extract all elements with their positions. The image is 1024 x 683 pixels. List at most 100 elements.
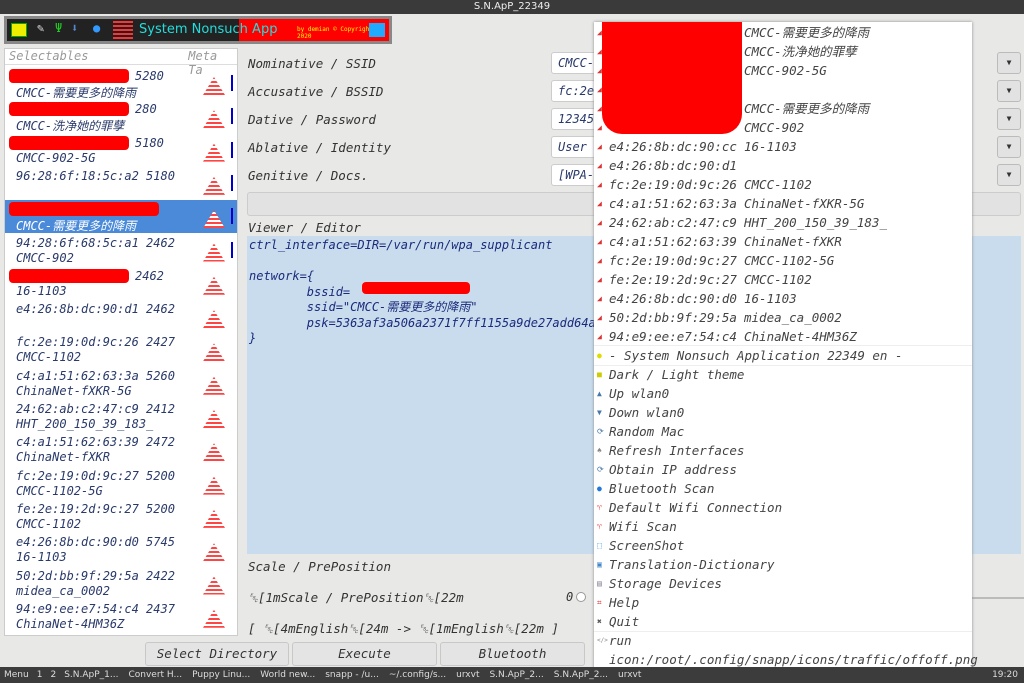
list-item[interactable]: 96:28:6f:18:5c:a2 5180 [5, 167, 237, 200]
menu-item-run[interactable]: </> run [594, 631, 972, 650]
signal-strength-icon [203, 376, 225, 395]
list-item[interactable]: 5180 CMCC-902-5G [5, 134, 237, 167]
menu-item-wifi-scan[interactable]: ♈ Wifi Scan [594, 517, 972, 536]
info-icon: ● [597, 351, 602, 360]
chevron-down-icon[interactable]: ▼ [997, 52, 1021, 74]
bluetooth-icon[interactable]: ● [93, 21, 100, 35]
menu-item-default-wifi-connection[interactable]: ♈ Default Wifi Connection [594, 498, 972, 517]
workspace-1[interactable]: 1 [37, 670, 43, 680]
list-item[interactable]: c4:a1:51:62:63:3a 5260 ChinaNet-fXKR-5G [5, 367, 237, 400]
menu-item-down-wlan0[interactable]: ▼ Down wlan0 [594, 403, 972, 422]
scale-slider[interactable] [576, 592, 586, 602]
network-menu-item[interactable]: ◢ c4:a1:51:62:63:39 ChinaNet-fXKR [594, 232, 972, 251]
menu-item-refresh-interfaces[interactable]: ♠ Refresh Interfaces [594, 441, 972, 460]
taskbar-task[interactable]: S.N.ApP_1... [64, 670, 118, 680]
network-menu-item[interactable]: ◢ e4:26:8b:dc:90:d1 [594, 156, 972, 175]
column-header-selectables[interactable]: Selectables [5, 49, 184, 64]
security-indicator [231, 141, 233, 158]
item-bssid-freq: fe:2e:19:2d:9c:27 5200 [16, 501, 175, 516]
network-icon[interactable]: ✎ [37, 21, 44, 35]
network-menu-item[interactable]: ◢ e4:26:8b:dc:90:d0 16-1103 [594, 289, 972, 308]
list-item[interactable]: 50:2d:bb:9f:29:5a 2422 midea_ca_0002 [5, 567, 237, 600]
field-label: Genitive / Docs. [248, 168, 369, 183]
chevron-down-icon[interactable]: ▼ [997, 136, 1021, 158]
list-item[interactable]: fe:2e:19:2d:9c:27 5200 CMCC-1102 [5, 500, 237, 533]
list-item[interactable]: fc:2e:19:0d:9c:26 2427 CMCC-1102 [5, 333, 237, 366]
security-indicator [231, 108, 233, 125]
network-menu-item[interactable]: ◢ 94:e9:ee:e7:54:c4 ChinaNet-4HM36Z [594, 327, 972, 346]
list-item[interactable]: fc:2e:19:0d:9c:27 5200 CMCC-1102-5G [5, 467, 237, 500]
down-arrow-icon: ▼ [597, 408, 602, 417]
list-item[interactable]: 94:28:6f:68:5c:a1 2462 CMCC-902 [5, 234, 237, 267]
item-bssid-freq: 280 [135, 102, 157, 117]
slider-value: 0 [566, 590, 574, 604]
signal-icon: ◢ [597, 256, 602, 265]
network-menu-item[interactable]: ◢ fc:2e:19:0d:9c:27 CMCC-1102-5G [594, 251, 972, 270]
list-item[interactable]: 24:62:ab:c2:47:c9 2412 HHT_200_150_39_183… [5, 400, 237, 433]
network-menu-item[interactable]: ◢ 24:62:ab:c2:47:c9 HHT_200_150_39_183_ [594, 213, 972, 232]
list-item[interactable]: e4:26:8b:dc:90:d1 2462 [5, 300, 237, 333]
network-ssid: CMCC-902-5G [744, 63, 827, 78]
network-menu-item[interactable]: ◢ fc:2e:19:0d:9c:26 CMCC-1102 [594, 175, 972, 194]
context-menu[interactable]: ◢ CMCC-需要更多的降雨 ◢ CMCC-洗净她的罪孽 ◢ CMCC-902-5G ◢ ◢ C… [594, 22, 978, 670]
list-item[interactable]: 94:e9:ee:e7:54:c4 2437 ChinaNet-4HM36Z [5, 600, 237, 633]
start-menu-button[interactable]: Menu [4, 670, 29, 680]
network-menu-item[interactable]: ◢ e4:26:8b:dc:90:cc 16-1103 [594, 137, 972, 156]
menu-item-dark-light-theme[interactable]: ■ Dark / Light theme [594, 365, 972, 384]
column-header-meta[interactable]: Meta Ta [184, 49, 237, 77]
signal-icon: ◢ [597, 218, 602, 227]
item-ssid: midea_ca_0002 [16, 583, 110, 598]
menu-header: ● - System Nonsuch Application 22349 en - [594, 346, 972, 365]
chevron-down-icon[interactable]: ▼ [997, 164, 1021, 186]
menu-item-quit[interactable]: ✖ Quit [594, 612, 972, 631]
network-mac: e4:26:8b:dc:90:d1 [609, 158, 737, 173]
monitor-icon[interactable] [11, 23, 27, 37]
taskbar-task[interactable]: S.N.ApP_2... [489, 670, 543, 680]
workspace-2[interactable]: 2 [50, 670, 56, 680]
item-bssid-freq: e4:26:8b:dc:90:d1 2462 [16, 302, 175, 317]
menu-item-translation-dictionary[interactable]: ▣ Translation-Dictionary [594, 555, 972, 574]
list-item[interactable]: 280 CMCC-洗净她的罪孽 [5, 100, 237, 133]
taskbar-task[interactable]: Puppy Linu... [192, 670, 250, 680]
execute-button[interactable]: Execute [292, 642, 437, 666]
network-menu-item[interactable]: ◢ 50:2d:bb:9f:29:5a midea_ca_0002 [594, 308, 972, 327]
button-label: Select Directory [156, 646, 278, 661]
menu-item-bluetooth-scan[interactable]: ● Bluetooth Scan [594, 479, 972, 498]
taskbar-task[interactable]: snapp - /u... [325, 670, 379, 680]
taskbar-task[interactable]: urxvt [618, 670, 641, 680]
quit-icon: ✖ [597, 617, 602, 626]
menu-item-up-wlan0[interactable]: ▲ Up wlan0 [594, 384, 972, 403]
menu-item-help[interactable]: ⌗ Help [594, 593, 972, 612]
download-icon[interactable]: ⬇ [71, 21, 78, 35]
menu-item-obtain-ip-address[interactable]: ⟳ Obtain IP address [594, 460, 972, 479]
list-item[interactable]: c4:a1:51:62:63:39 2472 ChinaNet-fXKR [5, 433, 237, 466]
menu-item-storage-devices[interactable]: ▤ Storage Devices [594, 574, 972, 593]
item-ssid: ChinaNet-4HM36Z [16, 616, 125, 631]
list-item[interactable]: e4:26:8b:dc:90:d0 5745 16-1103 [5, 533, 237, 566]
list-item[interactable]: CMCC-需要更多的降雨 [5, 200, 237, 234]
monitor-icon[interactable] [369, 23, 385, 37]
list-item[interactable]: 5280 CMCC-需要更多的降雨 [5, 67, 237, 100]
bluetooth-button[interactable]: Bluetooth [440, 642, 585, 666]
network-menu-item[interactable]: ◢ c4:a1:51:62:63:3a ChinaNet-fXKR-5G [594, 194, 972, 213]
wifi-signal-icon[interactable] [113, 21, 133, 39]
taskbar-task[interactable]: urxvt [456, 670, 479, 680]
list-item[interactable]: 2462 16-1103 [5, 267, 237, 300]
network-ssid: CMCC-902 [744, 120, 805, 135]
network-ssid: CMCC-1102 [744, 272, 812, 287]
usb-icon[interactable]: Ψ [55, 21, 62, 35]
item-ssid: CMCC-902 [16, 250, 74, 265]
taskbar-task[interactable]: ~/.config/s... [389, 670, 446, 680]
menu-item-screenshot[interactable]: ⬚ ScreenShot [594, 536, 972, 555]
menu-item-label: Up wlan0 [609, 386, 670, 401]
menu-item-random-mac[interactable]: ⟳ Random Mac [594, 422, 972, 441]
taskbar-task[interactable]: World new... [260, 670, 315, 680]
menu-item-label: Down wlan0 [609, 405, 685, 420]
selectables-list[interactable]: Selectables Meta Ta 5280 CMCC-需要更多的降雨 280 CM… [4, 48, 238, 636]
taskbar-task[interactable]: Convert H... [128, 670, 182, 680]
select-directory-button[interactable]: Select Directory [145, 642, 289, 666]
chevron-down-icon[interactable]: ▼ [997, 80, 1021, 102]
chevron-down-icon[interactable]: ▼ [997, 108, 1021, 130]
taskbar-task[interactable]: S.N.ApP_2... [554, 670, 608, 680]
network-menu-item[interactable]: ◢ fe:2e:19:2d:9c:27 CMCC-1102 [594, 270, 972, 289]
